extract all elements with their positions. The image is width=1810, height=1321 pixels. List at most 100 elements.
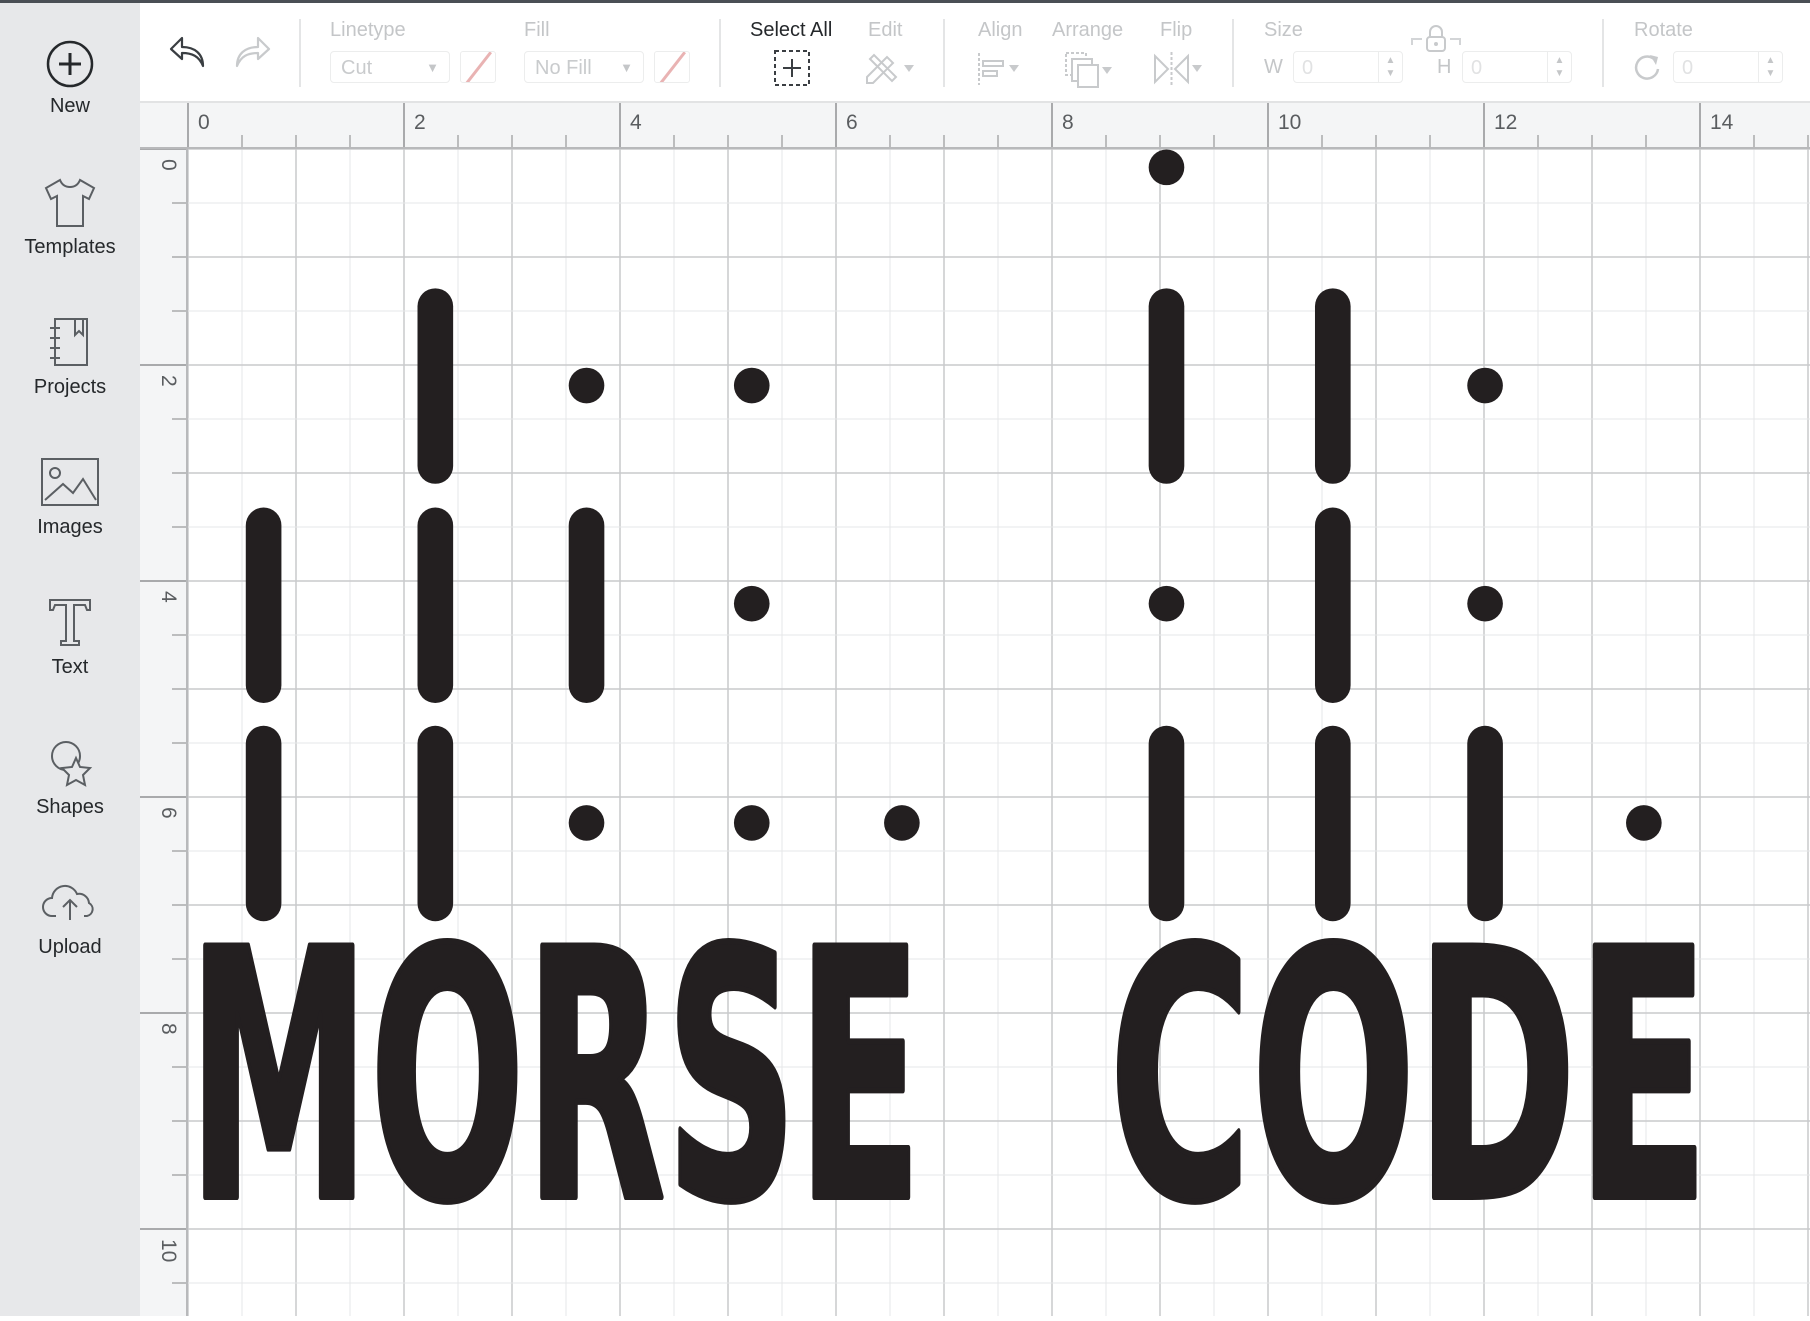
sidebar-item-label: Shapes: [36, 796, 104, 818]
morse-dot: [568, 367, 605, 404]
ruler-label: 6: [157, 807, 180, 819]
sidebar: New Templates Projects Images Text Shape…: [0, 3, 140, 1316]
ruler-horizontal-ticks: 0 2 4 6 8 10 12 14: [187, 103, 1809, 147]
morse-dot: [1626, 805, 1662, 841]
divider: [1602, 19, 1604, 87]
sidebar-item-label: Text: [51, 656, 89, 678]
toolbar: Linetype Cut ▼ Fill No Fill ▼ Select All E…: [140, 3, 1810, 101]
ruler-vertical-ticks: 0 2 4 6 8 10: [140, 148, 186, 1284]
morse-dot: [733, 367, 770, 404]
select-all-icon[interactable]: [773, 49, 811, 87]
ruler-label: 10: [1278, 111, 1301, 134]
select-all-label[interactable]: Select All: [750, 19, 832, 42]
sidebar-item-upload[interactable]: Upload: [0, 876, 140, 959]
divider: [943, 19, 945, 87]
morse-dash: [1148, 288, 1185, 484]
ruler-label: 4: [630, 111, 642, 134]
ruler-label: 12: [1494, 111, 1517, 134]
morse-dot: [733, 585, 770, 622]
sidebar-item-label: Templates: [24, 236, 116, 258]
morse-dash: [1314, 507, 1351, 704]
rotate-stepper[interactable]: ▲ ▼: [1758, 52, 1782, 82]
arrange-icon[interactable]: [1062, 49, 1118, 89]
fill-select[interactable]: No Fill ▼: [524, 51, 644, 83]
plus-circle-icon: [46, 40, 94, 88]
linetype-select[interactable]: Cut ▼: [330, 51, 450, 83]
ruler-horizontal: 0 2 4 6 8 10 12 14: [140, 101, 1810, 149]
sidebar-item-projects[interactable]: Projects: [0, 316, 140, 399]
width-input[interactable]: 0 ▲ ▼: [1293, 51, 1403, 83]
rotate-input[interactable]: 0 ▲ ▼: [1673, 51, 1783, 83]
divider: [1232, 19, 1234, 87]
fill-color-swatch[interactable]: [654, 51, 690, 83]
width-stepper[interactable]: ▲ ▼: [1378, 52, 1402, 82]
text-icon: [49, 599, 91, 646]
size-label: Size: [1264, 19, 1303, 41]
linetype-value: Cut: [341, 57, 373, 79]
shapes-icon: [51, 741, 93, 787]
sidebar-item-label: Upload: [38, 936, 102, 958]
morse-dot: [884, 805, 920, 841]
align-label: Align: [978, 19, 1023, 41]
morse-dash: [568, 507, 605, 704]
fill-label: Fill: [524, 19, 550, 41]
ruler-label: 2: [414, 111, 426, 134]
sidebar-item-templates[interactable]: Templates: [0, 176, 140, 259]
rotate-value: 0: [1682, 57, 1694, 79]
edit-label: Edit: [868, 19, 903, 41]
ruler-label: 14: [1710, 111, 1734, 134]
morse-dot: [1148, 149, 1185, 186]
sidebar-item-images[interactable]: Images: [0, 456, 140, 539]
linetype-label: Linetype: [330, 19, 406, 41]
divider: [299, 19, 301, 87]
linetype-color-swatch[interactable]: [460, 51, 496, 83]
ruler-label: 8: [157, 1023, 180, 1035]
redo-icon[interactable]: [232, 35, 272, 69]
ruler-label: 6: [846, 111, 858, 134]
morse-dot: [1467, 585, 1503, 622]
height-stepper[interactable]: ▲ ▼: [1547, 52, 1571, 82]
sidebar-item-label: Projects: [33, 376, 107, 398]
ruler-label: 2: [157, 375, 180, 387]
fill-value: No Fill: [535, 57, 592, 79]
word-morse[interactable]: MORSE: [185, 875, 925, 1282]
width-value: 0: [1302, 57, 1314, 79]
sidebar-item-text[interactable]: Text: [0, 596, 140, 679]
sidebar-item-new[interactable]: New: [0, 39, 140, 118]
ruler-label: 8: [1062, 111, 1074, 134]
design-canvas[interactable]: MORSE CODE: [185, 148, 1810, 1316]
height-input[interactable]: 0 ▲ ▼: [1462, 51, 1572, 83]
canvas-svg[interactable]: MORSE CODE: [185, 148, 1810, 1316]
flip-icon[interactable]: [1150, 51, 1206, 87]
tshirt-icon: [44, 178, 96, 227]
notebook-icon: [50, 318, 88, 366]
lock-icon[interactable]: [1410, 25, 1462, 53]
morse-dot: [733, 805, 770, 841]
sidebar-item-label: Images: [37, 516, 103, 538]
rotate-label: Rotate: [1634, 19, 1693, 41]
height-label: H: [1437, 56, 1452, 78]
cloud-upload-icon: [42, 884, 94, 920]
word-code[interactable]: CODE: [1106, 875, 1712, 1282]
flip-label: Flip: [1160, 19, 1193, 41]
ruler-label: 4: [157, 591, 180, 603]
morse-dash: [417, 288, 454, 484]
ruler-label: 10: [157, 1239, 180, 1262]
ruler-label: 0: [157, 159, 180, 171]
height-value: 0: [1471, 57, 1483, 79]
divider: [719, 19, 721, 87]
edit-pencil-ruler-icon[interactable]: [862, 51, 918, 87]
align-icon[interactable]: [976, 51, 1028, 87]
morse-dot: [568, 805, 605, 841]
sidebar-item-shapes[interactable]: Shapes: [0, 736, 140, 819]
sidebar-item-label: New: [49, 95, 90, 117]
width-label: W: [1264, 56, 1283, 78]
ruler-vertical: 0 2 4 6 8 10: [140, 148, 188, 1316]
rotate-icon[interactable]: [1632, 51, 1664, 83]
ruler-label: 0: [198, 111, 210, 134]
morse-dot: [1148, 585, 1185, 622]
undo-icon[interactable]: [168, 35, 208, 69]
morse-dash: [1314, 288, 1351, 484]
image-icon: [41, 458, 99, 506]
morse-dot: [1467, 367, 1503, 404]
